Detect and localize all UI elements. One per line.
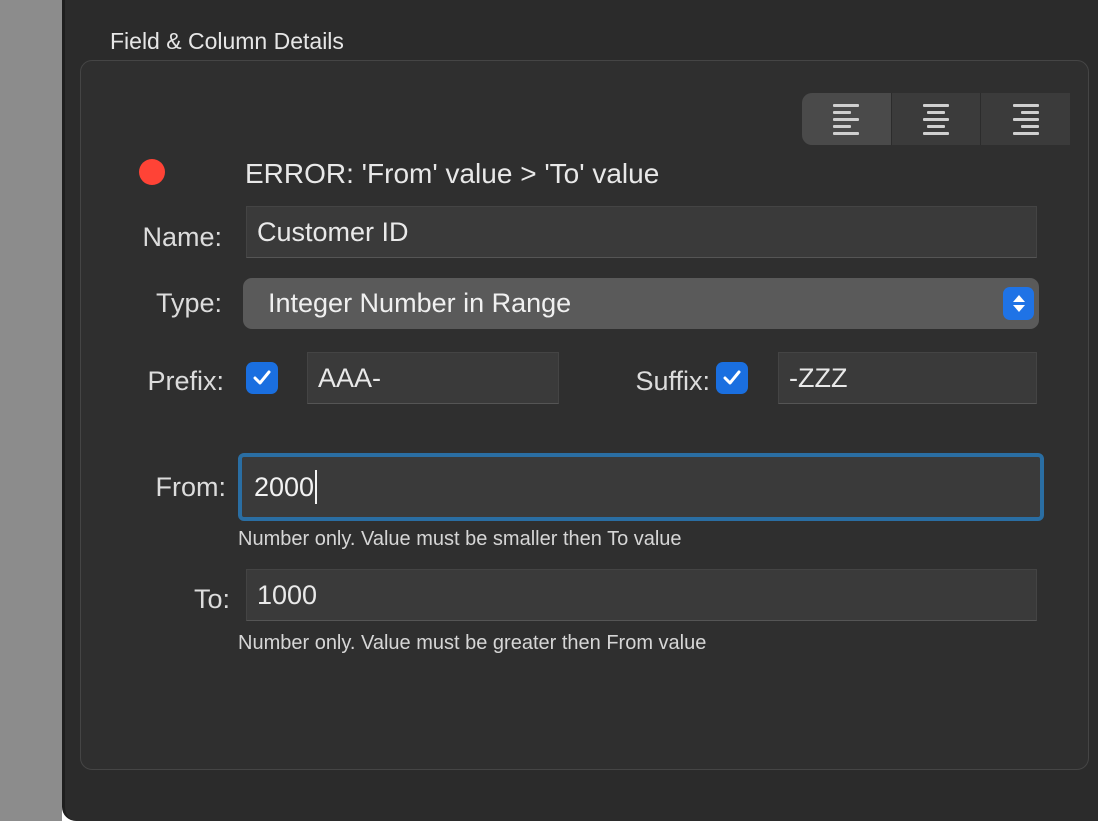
type-value: Integer Number in Range <box>268 288 572 318</box>
name-value: Customer ID <box>257 216 409 247</box>
window-edge <box>0 0 62 821</box>
from-field[interactable]: 2000 <box>238 453 1044 521</box>
panel-title: Field & Column Details <box>110 28 344 54</box>
error-message: ERROR: 'From' value > 'To' value <box>245 158 660 189</box>
align-center-icon <box>923 103 949 135</box>
from-label: From: <box>155 472 227 502</box>
suffix-label: Suffix: <box>635 366 710 396</box>
from-value: 2000 <box>254 471 315 502</box>
align-left-button[interactable] <box>802 93 891 145</box>
to-help-text: Number only. Value must be greater then … <box>238 632 707 654</box>
prefix-checkbox[interactable] <box>246 362 278 394</box>
text-caret <box>315 470 318 504</box>
to-field[interactable]: 1000 <box>246 569 1037 621</box>
align-right-button[interactable] <box>980 93 1070 145</box>
from-help-text: Number only. Value must be smaller then … <box>238 528 682 550</box>
align-left-icon <box>833 103 860 135</box>
name-label: Name: <box>142 222 222 252</box>
align-right-icon <box>1012 103 1039 135</box>
name-field[interactable]: Customer ID <box>246 206 1037 258</box>
prefix-value: AAA- <box>318 362 382 393</box>
alignment-segmented-control <box>802 93 1070 145</box>
align-center-button[interactable] <box>890 93 981 145</box>
error-indicator-icon <box>139 159 165 185</box>
type-label: Type: <box>155 288 222 318</box>
type-select[interactable]: Integer Number in Range <box>243 278 1039 329</box>
prefix-field[interactable]: AAA- <box>307 352 559 404</box>
prefix-label: Prefix: <box>147 366 224 396</box>
suffix-field[interactable]: -ZZZ <box>778 352 1037 404</box>
checkmark-icon <box>253 370 271 385</box>
to-label: To: <box>193 584 230 614</box>
to-value: 1000 <box>257 579 318 610</box>
chevron-updown-icon <box>1003 287 1034 320</box>
checkmark-icon <box>723 370 741 385</box>
suffix-checkbox[interactable] <box>716 362 748 394</box>
suffix-value: -ZZZ <box>789 362 848 393</box>
